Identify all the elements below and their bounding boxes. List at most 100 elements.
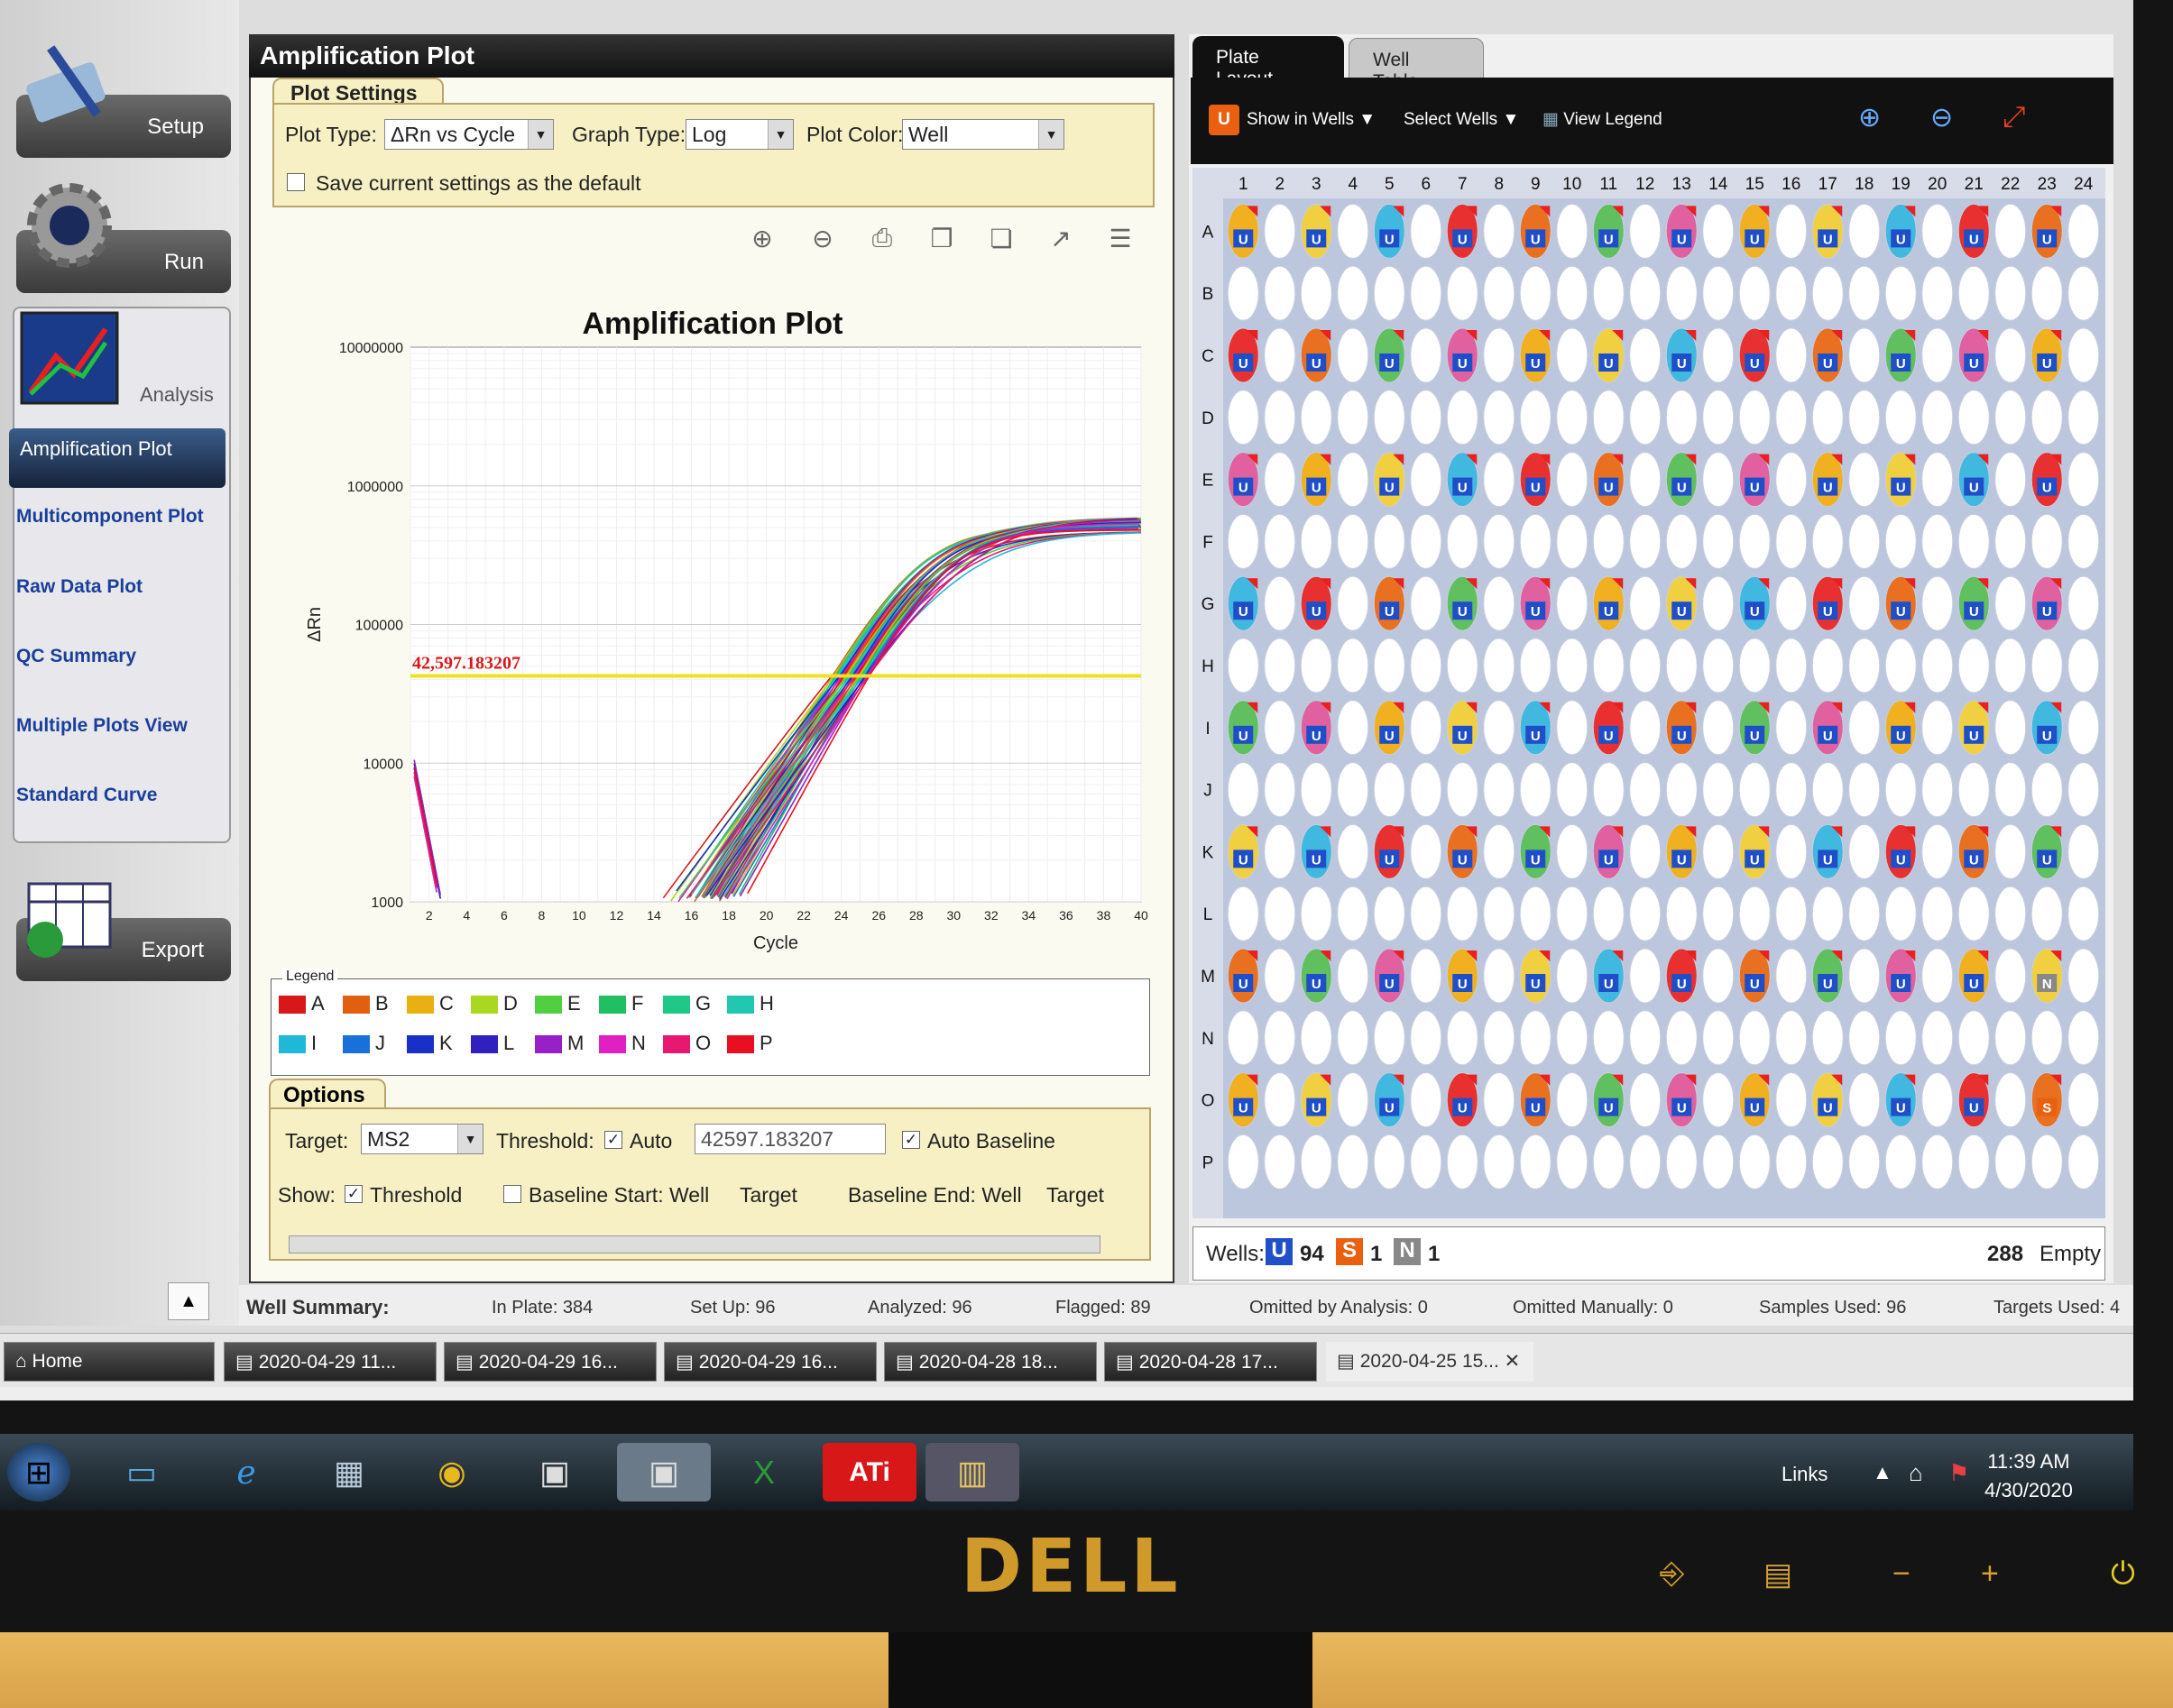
well-task-letter: U [1385,604,1395,620]
collapse-up-button[interactable]: ▲ [168,1282,209,1320]
legend-item[interactable]: C [407,992,454,1015]
legend-item[interactable]: D [471,992,518,1015]
legend-item[interactable]: A [279,992,325,1015]
well [1665,1010,1698,1066]
calculator-icon[interactable]: ▦ [318,1443,381,1501]
well-task-letter: U [1531,356,1541,372]
show-threshold-checkbox[interactable]: ✓ [345,1185,363,1203]
power-icon[interactable]: ⏻ [2111,1556,2135,1592]
doc-tab-2[interactable]: ▤ 2020-04-29 16... [444,1342,657,1382]
file-explorer-icon[interactable]: ▥ [925,1443,1019,1501]
chrome-icon[interactable]: ◉ [420,1443,483,1501]
well [1957,886,1990,941]
zoom-out-plate-icon[interactable]: ⊖ [1930,103,1953,133]
doc-tab-4[interactable]: ▤ 2020-04-28 18... [884,1342,1097,1382]
tray-expand-icon[interactable]: ▲ [1873,1461,1892,1484]
nav-multiple-plots-view[interactable]: Multiple Plots View [16,714,218,737]
doc-tab-3[interactable]: ▤ 2020-04-29 16... [664,1342,877,1382]
zoom-in-plate-icon[interactable]: ⊕ [1858,103,1881,133]
nav-amplification-plot[interactable]: Amplification Plot [9,428,226,488]
legend-item[interactable]: J [343,1032,385,1055]
menu-icon[interactable]: ▤ [1763,1556,1792,1593]
desktop-icon[interactable]: ▭ [110,1443,173,1501]
threshold-input[interactable]: 42597.183207 [695,1124,886,1154]
well [1519,638,1551,693]
graph-type-select[interactable]: Log ▼ [686,119,794,150]
options-hscrollbar[interactable] [289,1235,1100,1253]
legend-item[interactable]: P [727,1032,773,1055]
baseline-checkbox[interactable] [503,1185,521,1203]
target-select[interactable]: MS2 ▼ [361,1124,483,1154]
close-icon[interactable]: ✕ [1499,1351,1521,1372]
system-clock[interactable]: 11:39 AM 4/30/2020 [1984,1447,2073,1505]
save-image-icon[interactable]: ❏ [983,224,1019,260]
well-task-letter: U [1750,481,1760,496]
nav-qc-summary[interactable]: QC Summary [16,645,218,667]
well [1994,1134,2027,1189]
input-source-icon[interactable]: ⎆ [1660,1556,1684,1592]
qpcr-app-icon[interactable]: ▣ [617,1443,711,1501]
well-task-letter: U [1458,604,1468,620]
plot-color-select[interactable]: Well ▼ [902,119,1064,150]
well [2067,390,2100,445]
analysis-chart-icon[interactable] [20,311,119,410]
well [1848,948,1881,1004]
legend-item[interactable]: N [599,1032,646,1055]
legend-item[interactable]: I [279,1032,317,1055]
options-tab[interactable]: Options [269,1079,386,1109]
legend-item[interactable]: G [663,992,711,1015]
network-icon[interactable]: ⌂ [1909,1459,1923,1487]
nav-standard-curve[interactable]: Standard Curve [16,784,218,806]
column-header: 7 [1458,175,1468,194]
legend-item[interactable]: F [599,992,643,1015]
zoom-out-icon[interactable]: ⊖ [805,224,841,260]
legend-item[interactable]: K [407,1032,453,1055]
print-icon[interactable]: ⎙ [864,224,900,260]
plot-properties-icon[interactable]: ↗ [1043,224,1079,260]
home-tab[interactable]: ⌂ Home [4,1342,215,1382]
save-default-checkbox[interactable] [287,173,305,191]
plot-type-select[interactable]: ΔRn vs Cycle ▼ [384,119,554,150]
amplification-chart[interactable]: 2 4 6 8 10 12 14 16 18 20 22 24 26 28 30 32 34 36 38 401000… [289,329,1155,960]
well [1848,265,1881,321]
y-tick-label: 1000 [371,895,403,911]
instrument-app-icon[interactable]: ▣ [523,1443,586,1501]
links-toolbar[interactable]: Links [1782,1463,1828,1486]
well [1994,886,2027,941]
nav-multicomponent-plot[interactable]: Multicomponent Plot [16,505,218,528]
minus-icon[interactable]: − [1892,1556,1911,1592]
copy-icon[interactable]: ❐ [924,224,960,260]
fit-plate-icon[interactable]: ⤢ [2003,101,2026,132]
well [1848,575,1881,631]
excel-icon[interactable]: X [732,1443,796,1501]
legend-item[interactable]: H [727,992,774,1015]
tab-well-table[interactable]: Well Table [1349,38,1484,92]
doc-tab-active[interactable]: ▤ 2020-04-25 15... ✕ [1326,1342,1533,1382]
legend-item[interactable]: O [663,1032,711,1055]
action-center-flag-icon[interactable]: ⚑ [1948,1459,1969,1487]
ati-icon[interactable]: ATi [823,1443,916,1501]
plate-grid[interactable]: 1 2 3 4 5 6 7 8 9 10 11 12 13 14 15 16 17 18 19 20 21 22 23 24A… [1192,168,2105,1218]
select-wells-button[interactable]: Select Wells ▼ [1404,105,1519,135]
legend-item[interactable]: L [471,1032,514,1055]
plus-icon[interactable]: + [1981,1556,1999,1592]
legend-item[interactable]: E [535,992,581,1015]
well [2030,762,2063,818]
doc-tab-1[interactable]: ▤ 2020-04-29 11... [224,1342,437,1382]
start-button[interactable]: ⊞ [7,1443,70,1501]
well [1446,886,1478,941]
auto-baseline-checkbox[interactable]: ✓ [902,1131,920,1149]
view-legend-button[interactable]: ▦ View Legend [1542,105,1662,135]
auto-threshold-checkbox[interactable]: ✓ [604,1131,622,1149]
tab-plate-layout[interactable]: Plate Layout [1192,36,1344,89]
legend-item[interactable]: B [343,992,389,1015]
show-in-wells-button[interactable]: U Show in Wells ▼ [1209,105,1376,135]
zoom-in-icon[interactable]: ⊕ [744,224,780,260]
well-task-letter: U [1531,1101,1541,1116]
well-task-letter: U [1385,232,1395,247]
legend-item[interactable]: M [535,1032,584,1055]
nav-raw-data-plot[interactable]: Raw Data Plot [16,575,218,598]
doc-tab-5[interactable]: ▤ 2020-04-28 17... [1104,1342,1317,1382]
list-icon[interactable]: ☰ [1102,224,1138,260]
internet-explorer-icon[interactable]: ℯ [215,1443,278,1501]
